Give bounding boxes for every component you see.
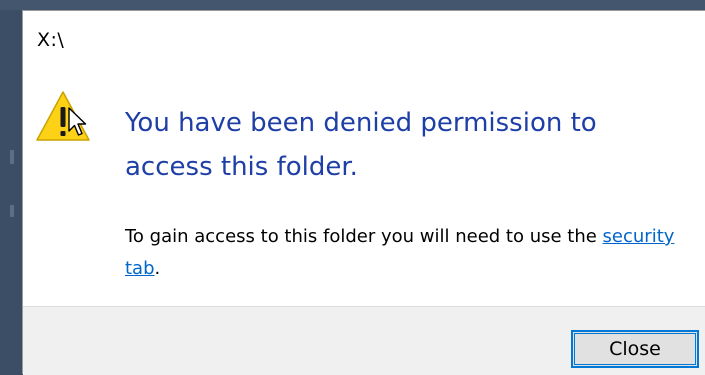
background-mark: [10, 150, 14, 164]
mouse-cursor-icon: [68, 107, 87, 136]
background-window: [0, 0, 705, 10]
description-period: .: [154, 258, 161, 279]
background-mark: [10, 205, 14, 217]
error-heading: You have been denied permission to acces…: [125, 108, 597, 182]
error-description: To gain access to this folder you will n…: [125, 221, 695, 285]
description-text: To gain access to this folder you will n…: [125, 226, 603, 247]
dialog-footer: Close: [23, 306, 705, 375]
permission-denied-dialog: X:\ You have been denied permission to a…: [22, 10, 705, 375]
close-button[interactable]: Close: [571, 330, 699, 368]
dialog-title: X:\: [37, 29, 65, 51]
